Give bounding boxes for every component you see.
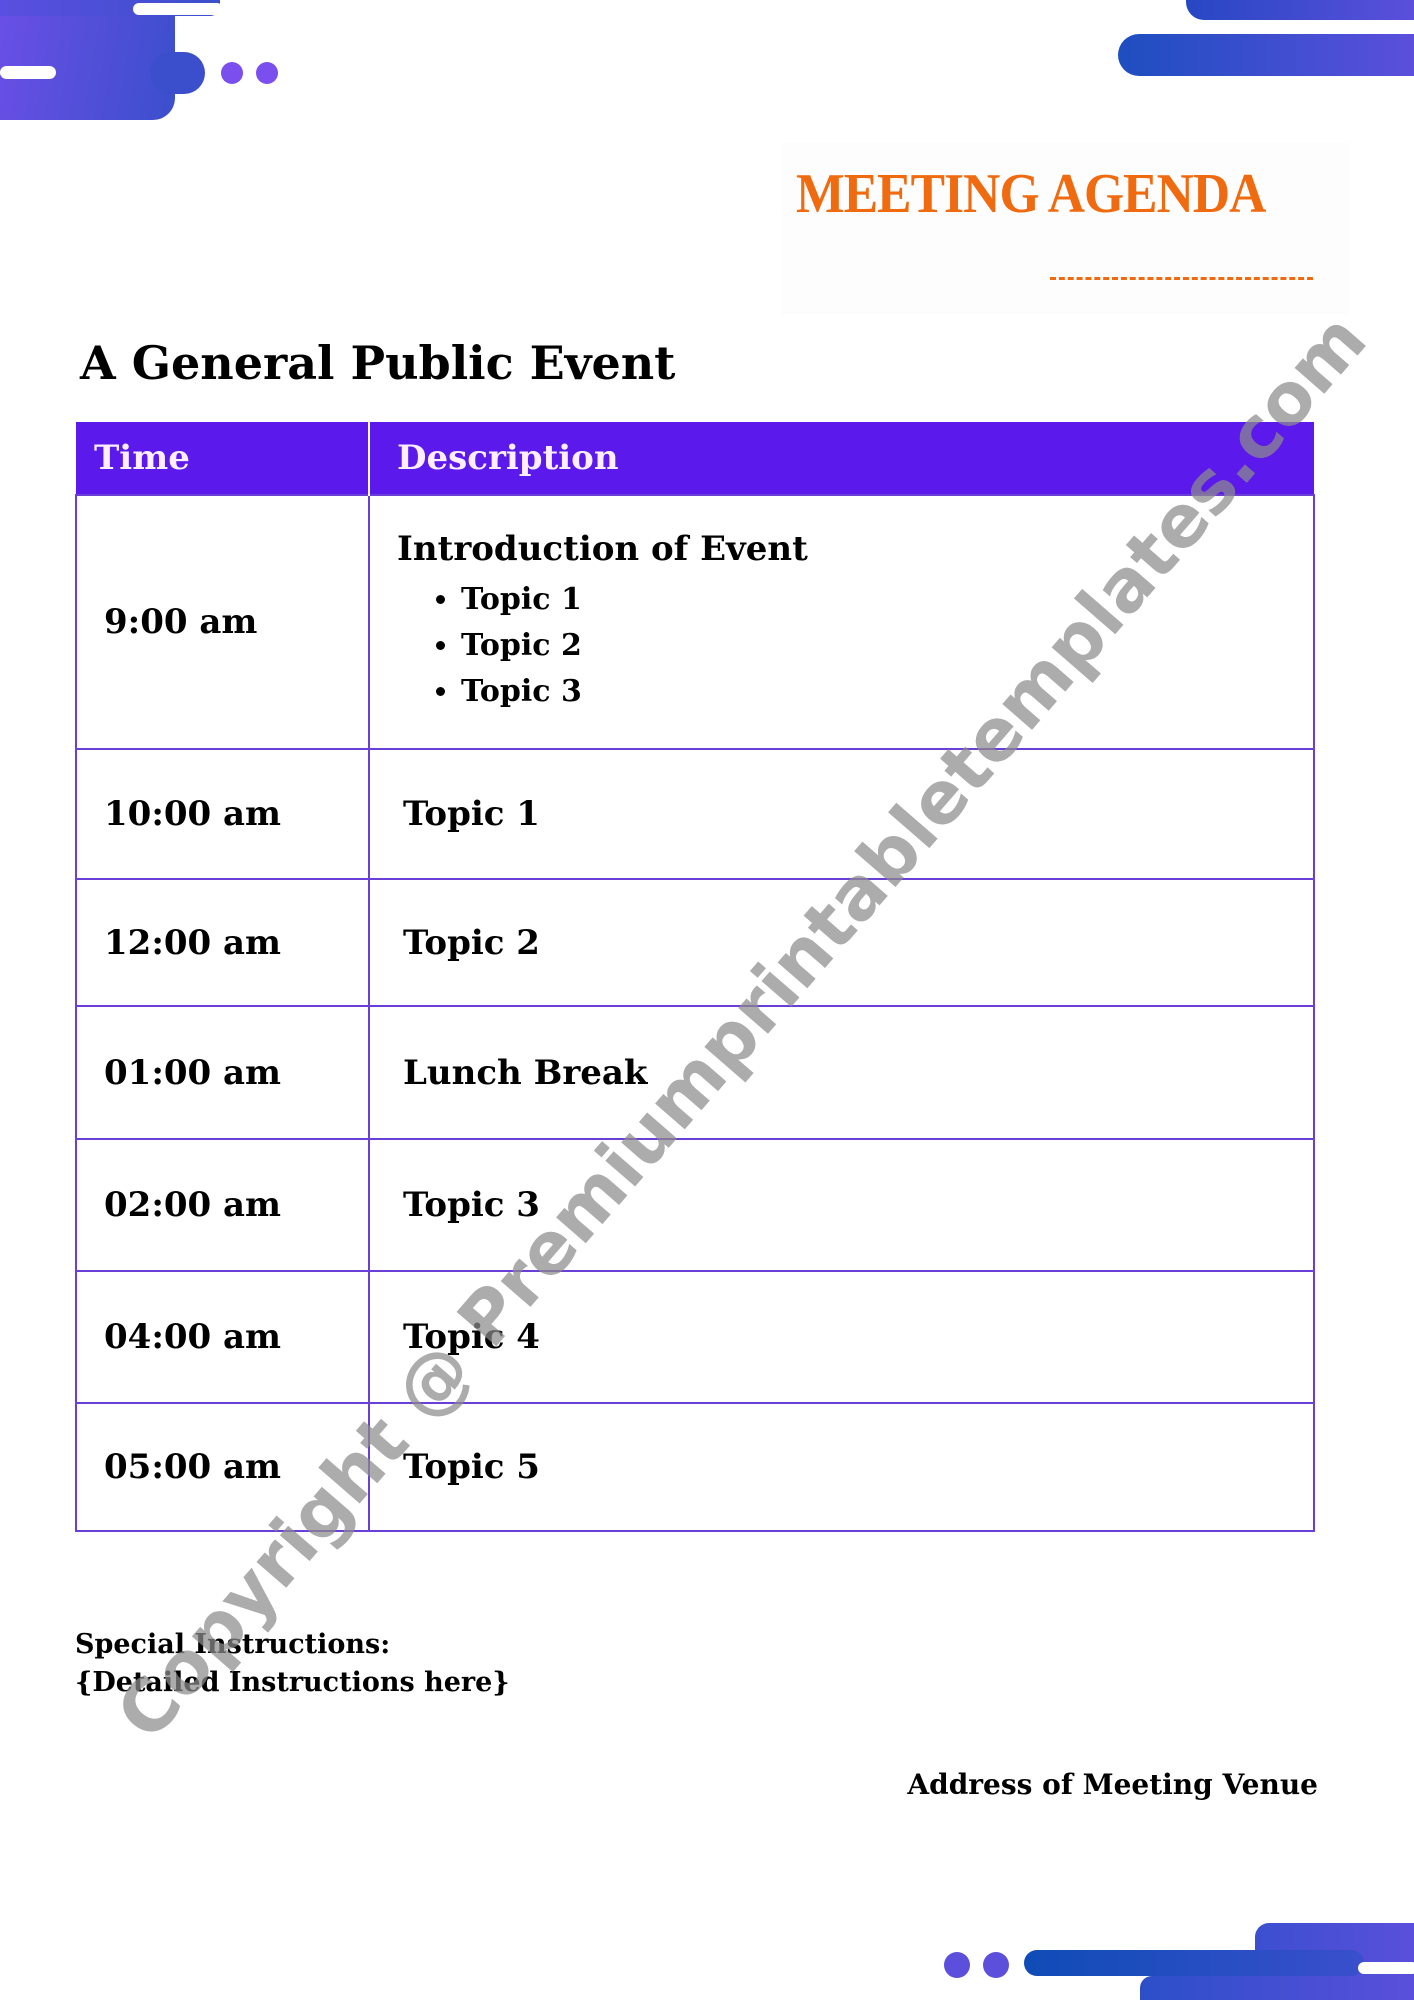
corner-decoration-bottom-pill: [1024, 1950, 1364, 1976]
corner-decoration-bottom-right: [1140, 1976, 1414, 2000]
decor-dot-icon: [221, 62, 243, 84]
table-header-row: Time Description: [76, 422, 1314, 495]
column-header-time: Time: [76, 422, 370, 495]
table-row: 05:00 am Topic 5: [75, 1402, 1315, 1532]
time-cell: 04:00 am: [75, 1270, 370, 1404]
document-title: MEETING AGENDA: [796, 163, 1266, 225]
description-cell: Lunch Break: [368, 1005, 1315, 1140]
time-cell: 9:00 am: [75, 494, 370, 750]
decor-dot-icon: [944, 1952, 970, 1978]
corner-decoration-top-right-strip: [1186, 0, 1414, 20]
corner-decoration-notch: [1160, 20, 1330, 34]
time-cell: 12:00 am: [75, 878, 370, 1007]
corner-decoration-knob: [150, 52, 205, 94]
event-title: A General Public Event: [80, 336, 676, 390]
corner-decoration-notch: [133, 3, 223, 15]
intro-topic-list: Topic 1 Topic 2 Topic 3: [403, 577, 1313, 715]
list-item: Topic 3: [461, 669, 1313, 715]
time-cell: 01:00 am: [75, 1005, 370, 1140]
corner-decoration-top-right: [1118, 34, 1414, 76]
table-row: 04:00 am Topic 4: [75, 1270, 1315, 1404]
description-cell: Topic 5: [368, 1402, 1315, 1532]
venue-address: Address of Meeting Venue: [907, 1768, 1318, 1801]
title-dashed-underline: [1050, 277, 1313, 280]
decor-dot-icon: [983, 1952, 1009, 1978]
table-row: 10:00 am Topic 1: [75, 748, 1315, 880]
corner-decoration-notch: [1358, 1962, 1414, 1974]
table-row: 12:00 am Topic 2: [75, 878, 1315, 1007]
corner-decoration-top-left: [0, 0, 175, 120]
time-cell: 02:00 am: [75, 1138, 370, 1272]
corner-decoration-bar: [0, 66, 56, 79]
list-item: Topic 2: [461, 623, 1313, 669]
list-item: Topic 1: [461, 577, 1313, 623]
time-cell: 10:00 am: [75, 748, 370, 880]
table-row: 02:00 am Topic 3: [75, 1138, 1315, 1272]
decor-dot-icon: [256, 62, 278, 84]
